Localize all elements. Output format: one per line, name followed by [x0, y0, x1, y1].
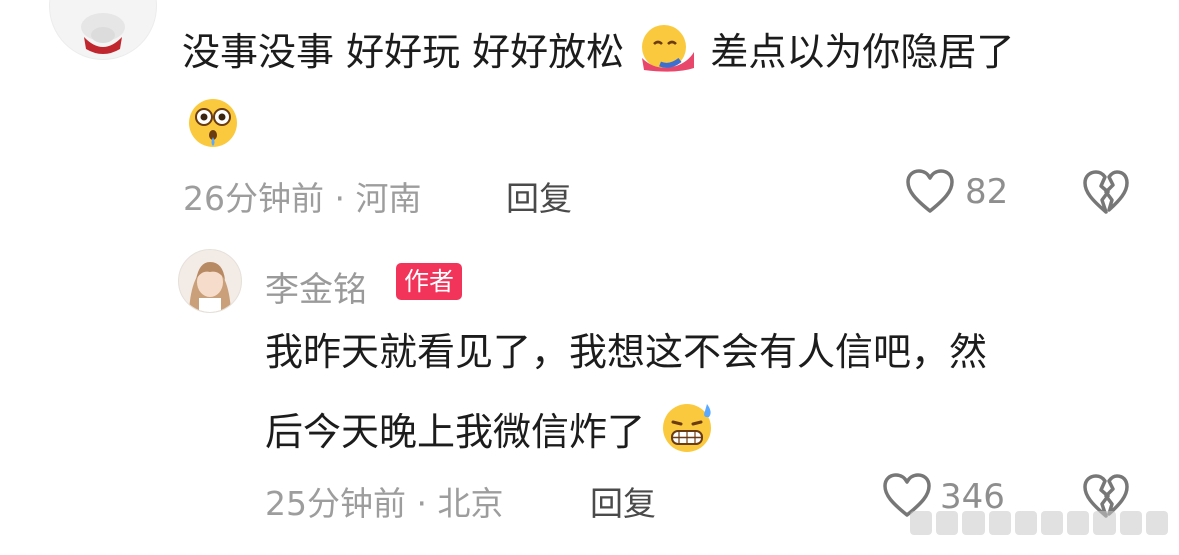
comment-text: 没事没事 好好玩 好好放松 差点以为你隐居了 [182, 22, 1014, 83]
like-count: 82 [965, 172, 1009, 212]
reply-timestamp-location: 25分钟前 · 北京 [265, 484, 504, 523]
reply-text-line2: 后今天晚上我微信炸了 [265, 400, 719, 465]
watermark [910, 511, 1169, 539]
comment-text-part2: 差点以为你隐居了 [710, 29, 1015, 74]
like-button[interactable] [905, 169, 955, 219]
reply-button[interactable]: 回复 [506, 172, 572, 220]
broken-heart-icon [1083, 170, 1129, 214]
reply-text-line2-text: 后今天晚上我微信炸了 [265, 409, 646, 454]
reply-text-line1: 我昨天就看见了，我想这不会有人信吧，然 [265, 330, 988, 374]
author-avatar[interactable] [178, 249, 242, 313]
author-badge: 作者 [396, 263, 463, 300]
reply-button[interactable]: 回复 [590, 477, 656, 525]
flushed-face-icon [185, 97, 241, 153]
comment-text-part1: 没事没事 好好玩 好好放松 [182, 29, 625, 74]
grinning-sweat-face-icon [657, 400, 719, 465]
dislike-button[interactable] [1082, 170, 1130, 220]
commenter-avatar[interactable] [49, 0, 157, 60]
heart-icon [906, 169, 954, 213]
hugging-face-icon [636, 22, 698, 83]
comment-timestamp-location: 26分钟前 · 河南 [183, 179, 422, 218]
author-username[interactable]: 李金铭 [265, 262, 367, 311]
